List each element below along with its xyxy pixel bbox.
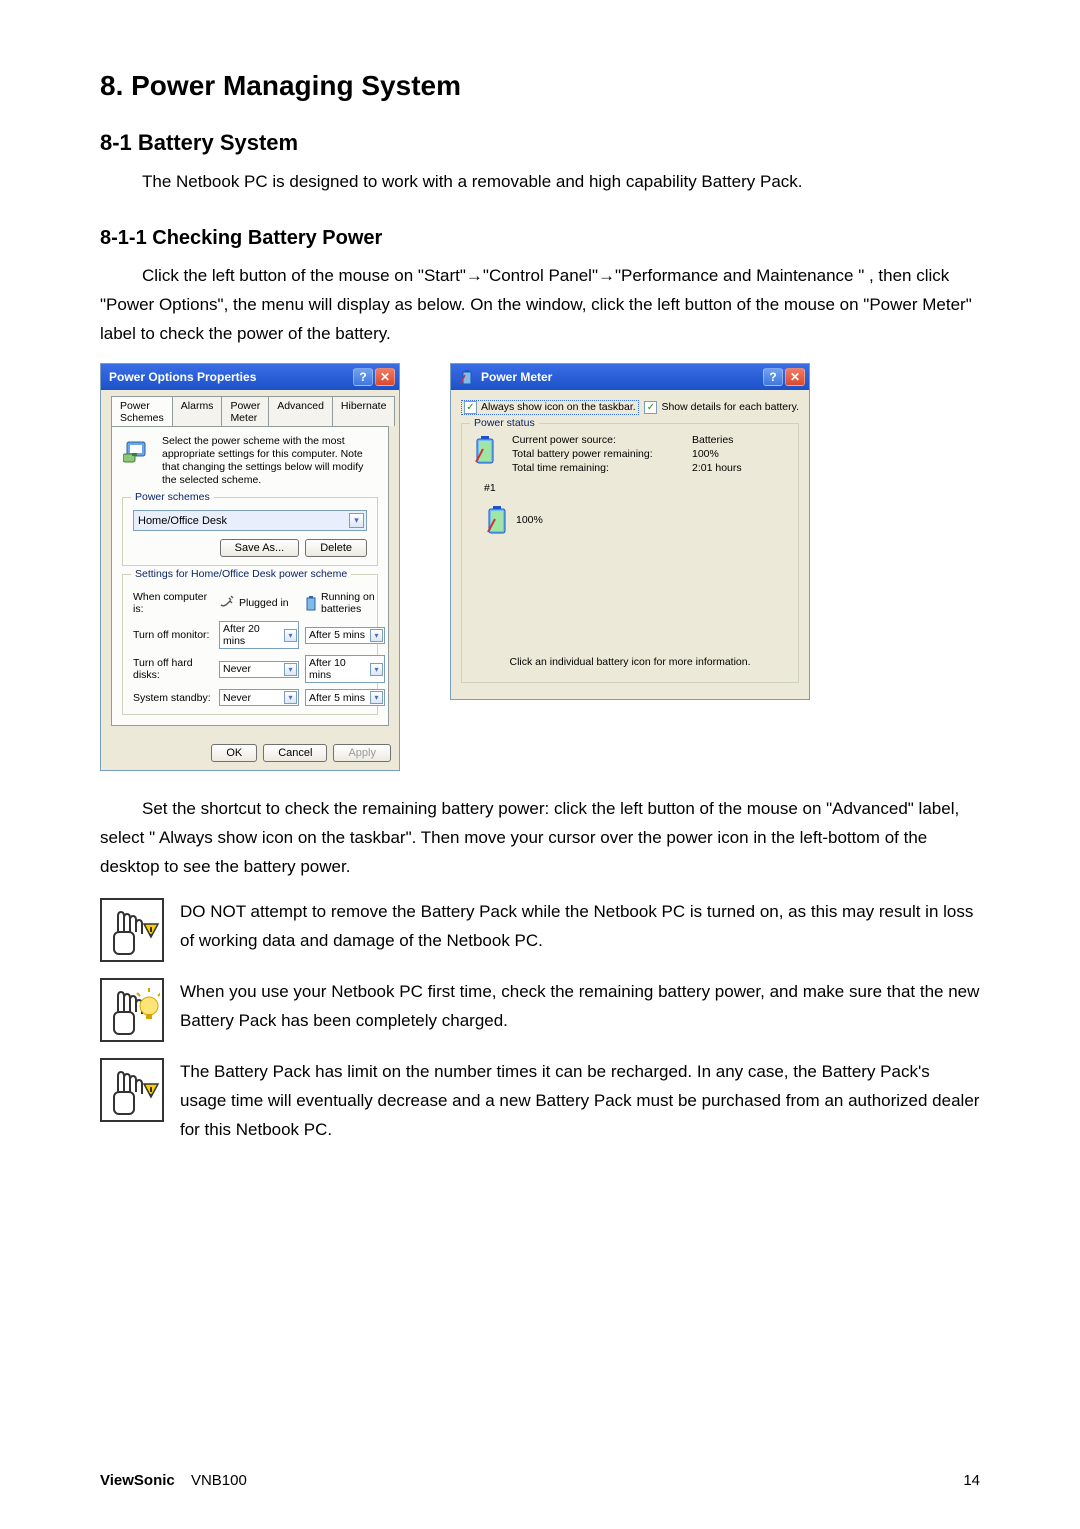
close-button[interactable]: ✕	[785, 368, 805, 386]
power-meter-dialog: Power Meter ? ✕ ✓ Always show icon on th…	[450, 363, 810, 700]
apply-button[interactable]: Apply	[333, 744, 391, 762]
dialog-title: Power Options Properties	[109, 370, 256, 384]
tip-text: When you use your Netbook PC first time,…	[180, 978, 980, 1036]
taskbar-checkbox[interactable]: ✓ Always show icon on the taskbar.	[461, 400, 639, 415]
details-checkbox[interactable]: ✓ Show details for each battery.	[644, 400, 799, 415]
standby-plugged-select[interactable]: Never ▾	[219, 689, 299, 706]
chevron-down-icon: ▾	[370, 629, 383, 642]
cancel-button[interactable]: Cancel	[263, 744, 327, 762]
battery-number: #1	[484, 482, 788, 494]
power-schemes-legend: Power schemes	[131, 491, 214, 503]
help-button[interactable]: ?	[353, 368, 373, 386]
tab-alarms[interactable]: Alarms	[172, 396, 223, 426]
chevron-down-icon: ▾	[370, 691, 383, 704]
monitor-plugged-select[interactable]: After 20 mins▾	[219, 621, 299, 649]
footer-page-number: 14	[963, 1472, 980, 1489]
power-options-dialog: Power Options Properties ? ✕ Power Schem…	[100, 363, 400, 772]
harddisks-battery-select[interactable]: After 10 mins▾	[305, 655, 385, 683]
page-title: 8. Power Managing System	[100, 70, 980, 102]
warning-hand-icon	[100, 1058, 164, 1122]
tabstrip: Power Schemes Alarms Power Meter Advance…	[111, 396, 389, 426]
tab-hibernate[interactable]: Hibernate	[332, 396, 396, 426]
settings-legend: Settings for Home/Office Desk power sche…	[131, 568, 351, 580]
harddisks-plugged-select[interactable]: Never ▾	[219, 661, 299, 678]
monitor-battery-select[interactable]: After 5 mins ▾	[305, 627, 385, 644]
select-value: After 5 mins	[309, 692, 365, 704]
chevron-down-icon: ▾	[284, 663, 297, 676]
details-checkbox-label: Show details for each battery.	[661, 401, 799, 413]
power-meter-icon	[459, 369, 475, 385]
intro-text: The Netbook PC is designed to work with …	[100, 168, 980, 197]
remaining-value: 100%	[692, 448, 772, 460]
power-scheme-icon	[122, 435, 154, 467]
battery-percent: 100%	[516, 514, 543, 526]
checkbox-icon: ✓	[644, 401, 657, 414]
tab-power-meter[interactable]: Power Meter	[221, 396, 269, 426]
plug-icon	[219, 595, 235, 611]
tip-hand-icon	[100, 978, 164, 1042]
page-footer: ViewSonic VNB100 14	[100, 1472, 980, 1489]
dialog-title: Power Meter	[481, 370, 552, 384]
power-status-legend: Power status	[470, 417, 539, 429]
chevron-down-icon: ▾	[284, 629, 297, 642]
power-scheme-value: Home/Office Desk	[138, 515, 227, 527]
section-title: 8-1 Battery System	[100, 130, 980, 156]
dialog-titlebar[interactable]: Power Options Properties ? ✕	[101, 364, 399, 390]
warning-text: DO NOT attempt to remove the Battery Pac…	[180, 898, 980, 956]
subsection-title: 8-1-1 Checking Battery Power	[100, 227, 980, 250]
delete-button[interactable]: Delete	[305, 539, 367, 557]
footer-model: VNB100	[191, 1472, 247, 1489]
taskbar-checkbox-label: Always show icon on the taskbar.	[481, 401, 636, 413]
source-label: Current power source:	[512, 434, 692, 446]
standby-label: System standby:	[133, 692, 213, 704]
plugged-in-label: Plugged in	[239, 597, 289, 609]
help-button[interactable]: ?	[763, 368, 783, 386]
select-value: After 10 mins	[309, 657, 370, 681]
chevron-down-icon: ▾	[370, 663, 383, 676]
source-value: Batteries	[692, 434, 772, 446]
time-value: 2:01 hours	[692, 462, 772, 474]
battery-icon	[484, 504, 510, 536]
checkbox-icon: ✓	[464, 401, 477, 414]
battery-icon	[305, 595, 317, 611]
select-value: Never	[223, 663, 251, 675]
ok-button[interactable]: OK	[211, 744, 257, 762]
harddisks-label: Turn off hard disks:	[133, 657, 213, 681]
close-button[interactable]: ✕	[375, 368, 395, 386]
footer-brand: ViewSonic	[100, 1472, 175, 1489]
when-computer-is-label: When computer is:	[133, 591, 213, 615]
save-as-button[interactable]: Save As...	[220, 539, 300, 557]
select-value: After 20 mins	[223, 623, 284, 647]
warning-note: The Battery Pack has limit on the number…	[100, 1058, 980, 1145]
warning-hand-icon	[100, 898, 164, 962]
chevron-down-icon: ▾	[284, 691, 297, 704]
tab-advanced[interactable]: Advanced	[268, 396, 333, 426]
tab-power-schemes[interactable]: Power Schemes	[111, 396, 173, 426]
shortcut-text: Set the shortcut to check the remaining …	[100, 795, 980, 882]
dialog-titlebar[interactable]: Power Meter ? ✕	[451, 364, 809, 390]
remaining-label: Total battery power remaining:	[512, 448, 692, 460]
time-label: Total time remaining:	[512, 462, 692, 474]
standby-battery-select[interactable]: After 5 mins ▾	[305, 689, 385, 706]
monitor-label: Turn off monitor:	[133, 629, 213, 641]
chevron-down-icon: ▾	[349, 513, 364, 528]
battery-item[interactable]: 100%	[484, 504, 788, 536]
hint-text: Select the power scheme with the most ap…	[162, 435, 378, 488]
warning-note: DO NOT attempt to remove the Battery Pac…	[100, 898, 980, 962]
battery-hint: Click an individual battery icon for mor…	[472, 656, 788, 668]
power-scheme-select[interactable]: Home/Office Desk ▾	[133, 510, 367, 531]
warning-text: The Battery Pack has limit on the number…	[180, 1058, 980, 1145]
tip-note: When you use your Netbook PC first time,…	[100, 978, 980, 1042]
select-value: Never	[223, 692, 251, 704]
select-value: After 5 mins	[309, 629, 365, 641]
instruction-text: Click the left button of the mouse on "S…	[100, 262, 980, 349]
running-on-label: Running on batteries	[321, 591, 385, 615]
battery-icon	[472, 434, 498, 466]
